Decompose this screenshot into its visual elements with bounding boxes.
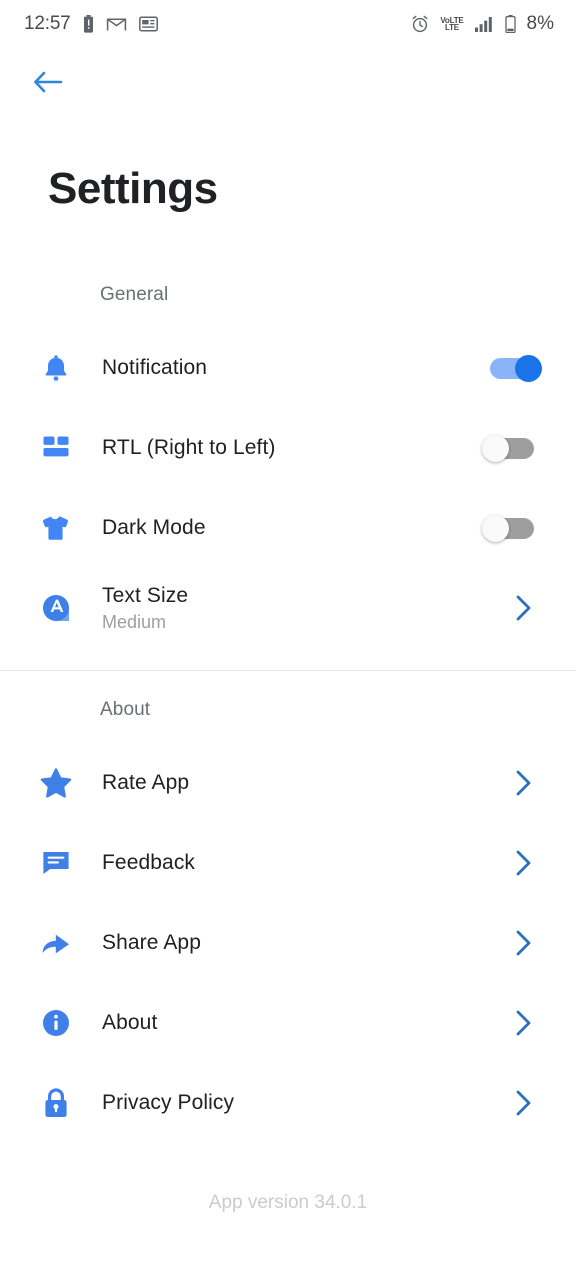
bell-icon <box>32 353 80 383</box>
row-notification-label: Notification <box>102 356 208 379</box>
row-dark-mode-label: Dark Mode <box>102 516 206 539</box>
general-rows: Notification RTL (Right to Left) Dark Mo… <box>0 328 576 648</box>
news-icon <box>138 16 158 32</box>
status-bar-left: 12:57 <box>24 13 158 35</box>
dashboard-icon <box>32 435 80 461</box>
row-share-app[interactable]: Share App <box>0 903 576 983</box>
row-privacy-policy-text: Privacy Policy <box>80 1091 508 1115</box>
about-section: About Rate App Feedback Share App About … <box>0 671 576 1143</box>
row-about-label: About <box>102 1011 158 1034</box>
row-dark-mode[interactable]: Dark Mode <box>0 488 576 568</box>
row-feedback[interactable]: Feedback <box>0 823 576 903</box>
page-title: Settings <box>48 164 218 213</box>
toggle-knob <box>482 515 509 542</box>
general-section-label: General <box>100 284 169 305</box>
chevron-right-icon[interactable] <box>508 1089 538 1117</box>
row-text-size-label: Text Size <box>102 583 189 607</box>
row-feedback-label: Feedback <box>102 851 196 874</box>
chat-icon <box>32 850 80 876</box>
row-rate-app-text: Rate App <box>80 771 508 795</box>
toggle-notification[interactable] <box>486 355 542 382</box>
volte-icon: VoLTE LTE <box>440 15 464 32</box>
chevron-right-icon[interactable] <box>508 769 538 797</box>
navigation-bar <box>0 48 576 120</box>
toggle-dark-mode[interactable] <box>482 515 538 542</box>
about-rows: Rate App Feedback Share App About Privac… <box>0 743 576 1143</box>
chevron-right-icon[interactable] <box>508 594 538 622</box>
star-icon <box>32 768 80 798</box>
row-rate-app[interactable]: Rate App <box>0 743 576 823</box>
alarm-icon <box>411 15 429 33</box>
row-text-size[interactable]: Text Size Medium <box>0 568 576 648</box>
gmail-icon <box>106 16 127 32</box>
row-rate-app-label: Rate App <box>102 771 190 794</box>
battery-percent-label: 8% <box>526 13 554 34</box>
back-arrow-icon <box>33 69 63 100</box>
chevron-right-icon[interactable] <box>508 1009 538 1037</box>
row-share-app-label: Share App <box>102 931 201 954</box>
info-icon <box>32 1008 80 1038</box>
row-privacy-policy-label: Privacy Policy <box>102 1091 235 1114</box>
font-size-icon <box>32 591 80 625</box>
battery-icon <box>504 15 516 33</box>
row-dark-mode-text: Dark Mode <box>80 516 486 540</box>
tshirt-icon <box>32 515 80 541</box>
row-rtl-text: RTL (Right to Left) <box>80 436 486 460</box>
row-text-size-value: Medium <box>102 611 167 632</box>
status-bar-right: VoLTE LTE 8% <box>411 13 554 35</box>
back-button[interactable] <box>26 62 70 106</box>
battery-alert-icon <box>83 15 94 33</box>
settings-screen: 12:57 VoLTE LTE 8% Settings General Noti… <box>0 0 576 1280</box>
general-section: General Notification RTL (Right to Left)… <box>0 214 576 648</box>
row-notification-text: Notification <box>80 356 486 380</box>
status-bar-clock: 12:57 <box>24 13 71 34</box>
row-rtl-label: RTL (Right to Left) <box>102 436 276 459</box>
row-about[interactable]: About <box>0 983 576 1063</box>
row-notification[interactable]: Notification <box>0 328 576 408</box>
row-text-size-text: Text Size Medium <box>80 584 508 633</box>
lock-icon <box>32 1087 80 1119</box>
toggle-rtl[interactable] <box>482 435 538 462</box>
share-icon <box>32 928 80 958</box>
signal-icon <box>474 16 494 32</box>
chevron-right-icon[interactable] <box>508 849 538 877</box>
about-section-label: About <box>100 699 151 720</box>
row-feedback-text: Feedback <box>80 851 508 875</box>
app-version-label: App version 34.0.1 <box>208 1192 368 1213</box>
toggle-knob <box>515 355 542 382</box>
row-about-text: About <box>80 1011 508 1035</box>
row-rtl[interactable]: RTL (Right to Left) <box>0 408 576 488</box>
row-privacy-policy[interactable]: Privacy Policy <box>0 1063 576 1143</box>
toggle-knob <box>482 435 509 462</box>
status-bar: 12:57 VoLTE LTE 8% <box>0 0 576 48</box>
row-share-app-text: Share App <box>80 931 508 955</box>
chevron-right-icon[interactable] <box>508 929 538 957</box>
